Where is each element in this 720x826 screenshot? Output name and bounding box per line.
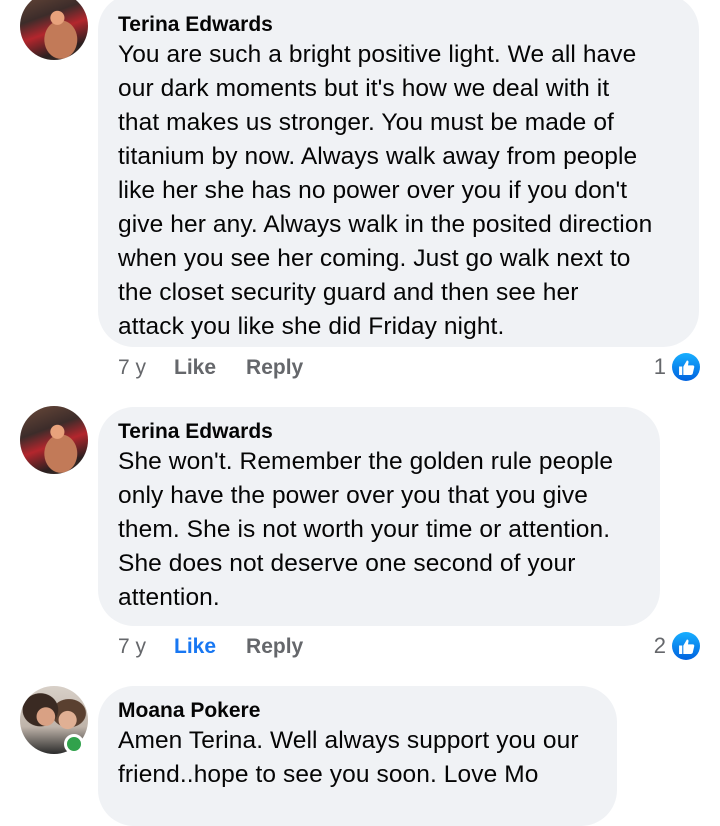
comment-line: that makes us stronger. You must be made… <box>118 109 614 136</box>
comment-line: only have the power over you that you gi… <box>118 482 588 509</box>
comment-line: You are such a bright positive light. We… <box>118 41 637 68</box>
reply-button[interactable]: Reply <box>246 356 303 380</box>
comment-line: the closet security guard and then see h… <box>118 279 579 306</box>
comment-line: when you see her coming. Just go walk ne… <box>118 245 631 272</box>
comment-line: them. She is not worth your time or atte… <box>118 516 611 543</box>
comment-line: our dark moments but it's how we deal wi… <box>118 75 610 102</box>
comment-line: titanium by now. Always walk away from p… <box>118 143 638 170</box>
avatar[interactable] <box>20 406 88 474</box>
comment-line: give her any. Always walk in the posited… <box>118 211 653 238</box>
comment-text: You are such a bright positive light. We… <box>118 38 679 344</box>
comment-line: Amen Terina. Well always support you our <box>118 727 579 754</box>
reaction-count: 1 <box>653 354 666 379</box>
comment-line: She won't. Remember the golden rule peop… <box>118 448 614 475</box>
avatar[interactable] <box>20 0 88 60</box>
comment-text: Amen Terina. Well always support you our… <box>118 724 597 792</box>
comment-author[interactable]: Terina Edwards <box>118 419 640 445</box>
reaction-summary[interactable]: 2 <box>654 632 700 660</box>
comment-actions: 7 y Like Reply <box>118 635 303 659</box>
comment-author[interactable]: Moana Pokere <box>118 698 597 724</box>
comment-text: She won't. Remember the golden rule peop… <box>118 445 640 615</box>
comment-actions: 7 y Like Reply <box>118 356 303 380</box>
reaction-summary[interactable]: 1 <box>654 353 700 381</box>
comment-bubble: Terina Edwards You are such a bright pos… <box>98 0 699 347</box>
comment-bubble: Terina Edwards She won't. Remember the g… <box>98 407 660 626</box>
comment-bubble: Moana Pokere Amen Terina. Well always su… <box>98 686 617 826</box>
comment-line: She does not deserve one second of your <box>118 550 576 577</box>
like-button[interactable]: Like <box>174 356 216 380</box>
online-status-dot <box>64 734 84 754</box>
reaction-count: 2 <box>653 633 666 658</box>
comment-timestamp[interactable]: 7 y <box>118 356 146 380</box>
thumbs-up-icon <box>672 632 700 660</box>
reply-button[interactable]: Reply <box>246 635 303 659</box>
comment-line: like her she has no power over you if yo… <box>118 177 628 204</box>
comment-line: attention. <box>118 584 220 611</box>
comment-line: friend..hope to see you soon. Love Mo <box>118 761 539 788</box>
like-button[interactable]: Like <box>174 635 216 659</box>
comment-line: attack you like she did Friday night. <box>118 313 505 340</box>
thumbs-up-icon <box>672 353 700 381</box>
comment-timestamp[interactable]: 7 y <box>118 635 146 659</box>
comment-author[interactable]: Terina Edwards <box>118 12 679 38</box>
